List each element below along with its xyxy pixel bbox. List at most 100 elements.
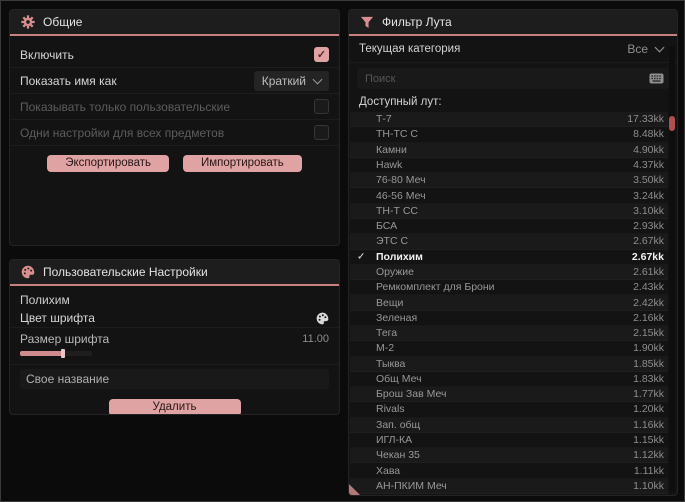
list-item[interactable]: ✓ М-2 1.90kk [350, 341, 668, 356]
panel-custom-title: Пользовательские Настройки [43, 265, 208, 279]
list-item-value: 2.42kk [633, 296, 664, 309]
setting-row-enable: Включить [10, 42, 339, 68]
list-item[interactable]: ✓ ТН-ТС С 8.48kk [350, 127, 668, 142]
list-item[interactable]: ✓ Ремкомплект для Брони 2.43kk [350, 280, 668, 295]
setting-name-display-label: Показать имя как [20, 73, 117, 88]
list-item-name: Камни [376, 143, 407, 156]
search-box [357, 68, 669, 89]
list-item-value: 1.16kk [633, 418, 664, 431]
category-dropdown[interactable]: Все [623, 40, 667, 58]
delete-button[interactable]: Удалить [108, 399, 241, 414]
list-item-name: Тыква [376, 357, 406, 370]
list-item-name: Общ Меч [376, 372, 422, 385]
list-item[interactable]: ✓ Общ Меч 1.83kk [350, 372, 668, 387]
list-item[interactable]: ✓ ЭТС С 2.67kk [350, 234, 668, 249]
search-input[interactable] [357, 72, 649, 85]
funnel-icon [360, 16, 374, 29]
list-item-value: 4.37kk [633, 158, 664, 171]
list-item-name: ЭТС С [376, 235, 409, 248]
list-item[interactable]: ✓ Hawk 4.37kk [350, 158, 668, 173]
gear-icon [21, 15, 35, 29]
scrollbar[interactable] [669, 46, 675, 492]
list-item-value: 2.67kk [631, 250, 664, 263]
setting-row-same-settings: Одни настройки для всех предметов [10, 120, 339, 146]
list-item[interactable]: ✓ Вещи 2.42kk [350, 295, 668, 310]
list-item-name: БСА [376, 220, 398, 233]
font-size-label: Размер шрифта [20, 331, 110, 346]
selected-item-name: Полихим [20, 293, 70, 307]
name-display-dropdown[interactable]: Краткий [253, 70, 329, 91]
list-item[interactable]: ✓ БСА 2.93kk [350, 219, 668, 234]
enable-checkbox[interactable] [314, 47, 329, 62]
list-item[interactable]: ✓ Rivals 1.20kk [350, 402, 668, 417]
list-item-value: 2.67kk [633, 235, 664, 248]
list-item[interactable]: ✓ Полихим 2.67kk [350, 250, 668, 265]
list-item[interactable]: ✓ Чекан 35 1.12kk [350, 448, 668, 463]
loot-list-heading: Доступный лут: [359, 96, 442, 108]
list-item-name: ИГЛ-КА [376, 434, 413, 447]
list-item-value: 4.90kk [633, 143, 664, 156]
list-item[interactable]: ✓ Камни 4.90kk [350, 143, 668, 158]
export-button[interactable]: Экспортировать [47, 155, 169, 172]
list-item-name: Чекан 35 [376, 449, 420, 462]
list-item-value: 1.11kk [633, 464, 664, 477]
list-item-value: 1.12kk [633, 449, 664, 462]
list-item[interactable]: ✓ ТН-Т СС 3.10kk [350, 204, 668, 219]
list-item[interactable]: ✓ Зап. общ 1.16kk [350, 418, 668, 433]
panel-general-header[interactable]: Общие [10, 10, 339, 36]
setting-row-name-display: Показать имя как Краткий [10, 68, 339, 94]
scrollbar-thumb[interactable] [669, 116, 675, 131]
category-row: Текущая категория Все [349, 36, 677, 63]
list-item-name: Оружие [376, 265, 414, 278]
list-item-name: Тега [376, 327, 398, 340]
list-item[interactable]: ✓ Хава 1.11kk [350, 463, 668, 478]
list-item-name: ТН-ТС С [376, 128, 418, 141]
panel-custom-header[interactable]: Пользовательские Настройки [10, 260, 339, 286]
setting-only-custom-label: Показывать только пользовательские [20, 99, 230, 114]
panel-general: Общие Включить Показать имя как Краткий … [9, 9, 340, 246]
font-size-slider[interactable] [20, 348, 92, 358]
general-buttons-row: Экспортировать Импортировать [10, 155, 339, 172]
only-custom-checkbox[interactable] [314, 99, 329, 114]
slider-handle[interactable] [61, 348, 65, 358]
list-item[interactable]: ✓ Т-7 17.33kk [350, 112, 668, 127]
resize-grip[interactable] [349, 484, 360, 495]
selected-item-name-row: Полихим [10, 291, 339, 309]
list-item-value: 17.33kk [627, 113, 664, 126]
list-item-value: 3.10kk [633, 204, 664, 217]
list-item[interactable]: ✓ Брош Зав Меч 1.77kk [350, 387, 668, 402]
keyboard-icon[interactable] [649, 73, 664, 84]
list-item-value: 2.15kk [633, 327, 664, 340]
list-item-name: Брош Зав Меч [376, 388, 447, 401]
list-item-value: 1.85kk [633, 357, 664, 370]
list-item[interactable]: ✓ 46-56 Меч 3.24kk [350, 188, 668, 203]
list-item-name: М-2 [376, 342, 395, 355]
list-item[interactable]: ✓ Оружие 2.61kk [350, 265, 668, 280]
list-item[interactable]: ✓ АН-ПКИМ Меч 1.10kk [350, 479, 668, 494]
list-item-value: 2.16kk [633, 311, 664, 324]
font-size-row: Размер шрифта 11.00 [10, 330, 339, 347]
list-item-value: 1.77kk [633, 388, 664, 401]
list-item-name: Зеленая [376, 311, 418, 324]
panel-general-title: Общие [43, 15, 83, 29]
import-button[interactable]: Импортировать [183, 155, 302, 172]
list-item-value: 1.83kk [633, 372, 664, 385]
list-item[interactable]: ✓ Тега 2.15kk [350, 326, 668, 341]
same-settings-checkbox[interactable] [314, 125, 329, 140]
list-item[interactable]: ✓ Тыква 1.85kk [350, 357, 668, 372]
list-item-value: 1.15kk [633, 434, 664, 447]
list-item-value: 2.43kk [633, 281, 664, 294]
list-item-name: Hawk [376, 158, 403, 171]
list-item[interactable]: ✓ ИГЛ-КА 1.15kk [350, 433, 668, 448]
list-item[interactable]: ✓ Зеленая 2.16kk [350, 311, 668, 326]
font-color-picker-icon[interactable] [316, 312, 329, 325]
setting-same-settings-label: Одни настройки для всех предметов [20, 125, 225, 140]
custom-name-row [10, 365, 339, 389]
delete-button-row: Удалить [10, 399, 339, 414]
panel-filter-header[interactable]: Фильтр Лута [349, 10, 677, 36]
list-item[interactable]: ✓ 76-80 Меч 3.50kk [350, 173, 668, 188]
custom-name-input[interactable] [20, 369, 329, 389]
list-item-value: 3.50kk [633, 174, 664, 187]
setting-row-only-custom: Показывать только пользовательские [10, 94, 339, 120]
list-item-name: Вещи [376, 296, 404, 309]
